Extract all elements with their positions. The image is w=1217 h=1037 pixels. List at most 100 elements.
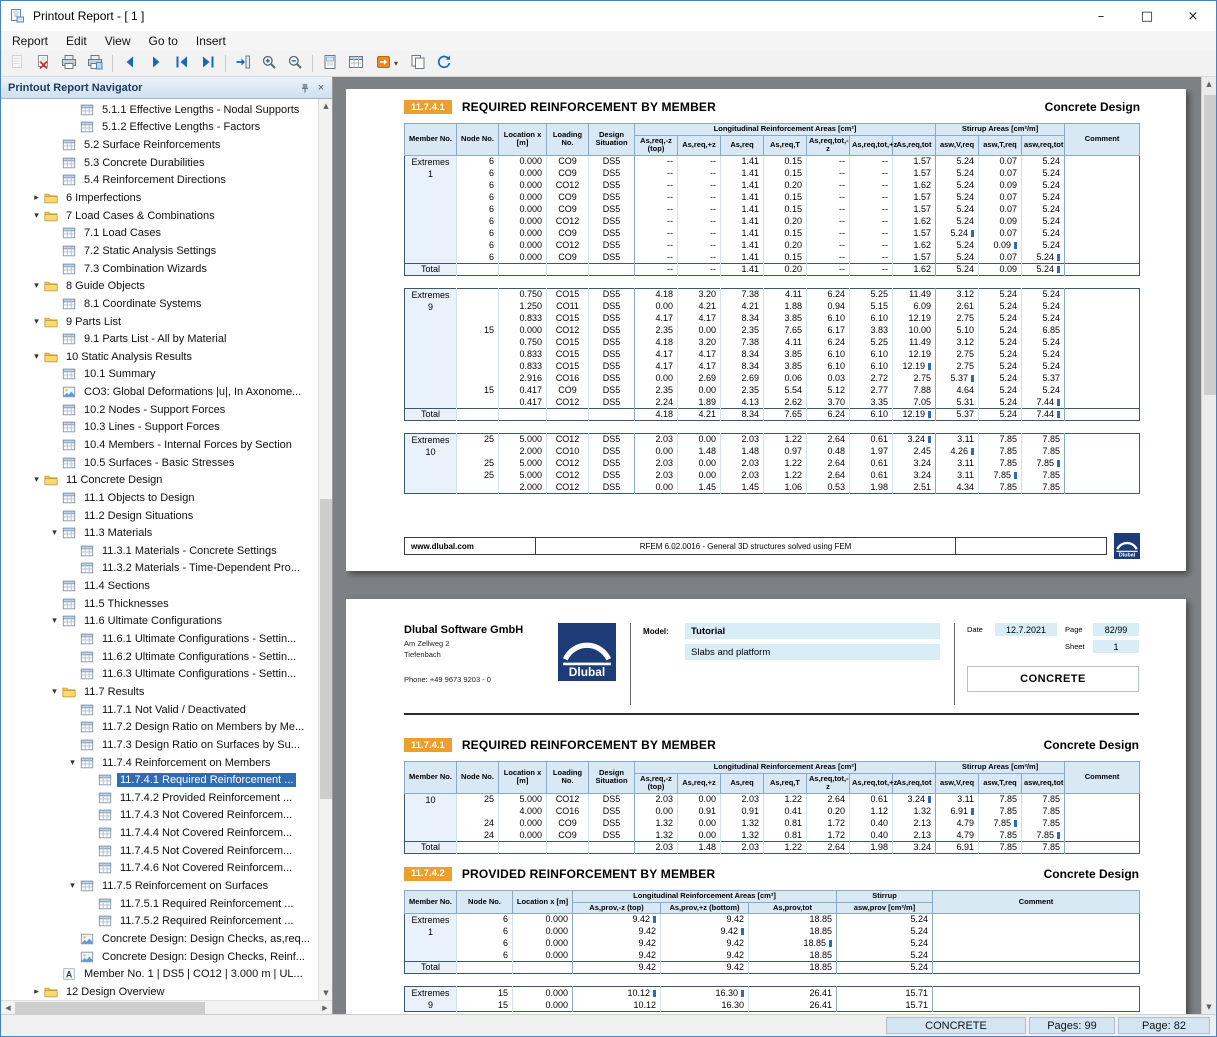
- tree-expand-icon[interactable]: ▸: [29, 987, 44, 997]
- nav-last-button[interactable]: [195, 52, 221, 76]
- tree-collapse-icon[interactable]: ▾: [47, 616, 62, 626]
- tree-item[interactable]: 11.7.1 Not Valid / Deactivated: [1, 701, 318, 719]
- preview-scroll-thumb[interactable]: [1204, 95, 1216, 395]
- tree-item[interactable]: ▾8 Guide Objects: [1, 277, 318, 295]
- tree-item[interactable]: ▾11.3 Materials: [1, 524, 318, 542]
- tree-item[interactable]: ▾10 Static Analysis Results: [1, 348, 318, 366]
- tree-item[interactable]: ▾11 Concrete Design: [1, 471, 318, 489]
- tree-expand-icon[interactable]: ▸: [29, 193, 44, 203]
- tree-item[interactable]: 5.1.2 Effective Lengths - Factors: [1, 119, 318, 137]
- page-preview-button[interactable]: [317, 52, 343, 76]
- navigator-close-icon[interactable]: ×: [313, 80, 329, 96]
- tree-item[interactable]: 9.1 Parts List - All by Material: [1, 330, 318, 348]
- tree-item[interactable]: 10.3 Lines - Support Forces: [1, 419, 318, 437]
- menu-item-insert[interactable]: Insert: [187, 33, 235, 49]
- navigator-scroll-thumb[interactable]: [320, 499, 332, 799]
- tree-collapse-icon[interactable]: ▾: [29, 475, 44, 485]
- export-pdf-button[interactable]: ▾: [369, 52, 405, 76]
- scroll-left-icon[interactable]: ◀: [1, 1001, 15, 1015]
- tree-item[interactable]: CO3: Global Deformations |u|, In Axonome…: [1, 383, 318, 401]
- tree-collapse-icon[interactable]: ▾: [47, 528, 62, 538]
- tree-item[interactable]: 11.6.3 Ultimate Configurations - Settin.…: [1, 666, 318, 684]
- tree-item[interactable]: 10.2 Nodes - Support Forces: [1, 401, 318, 419]
- tree-item[interactable]: 5.3 Concrete Durabilities: [1, 154, 318, 172]
- delete-printout-button[interactable]: [30, 52, 56, 76]
- tree-item[interactable]: 10.1 Summary: [1, 366, 318, 384]
- tree-item[interactable]: 11.5 Thicknesses: [1, 595, 318, 613]
- scroll-right-icon[interactable]: ▶: [318, 1001, 332, 1015]
- tree-collapse-icon[interactable]: ▾: [65, 881, 80, 891]
- tree-item[interactable]: ▾9 Parts List: [1, 313, 318, 331]
- preview-scroll-up-icon[interactable]: ▲: [1202, 77, 1216, 91]
- tree-item[interactable]: ▾11.7.5 Reinforcement on Surfaces: [1, 877, 318, 895]
- tree-item[interactable]: ▾11.7.4 Reinforcement on Members: [1, 754, 318, 772]
- tree-collapse-icon[interactable]: ▾: [29, 352, 44, 362]
- goto-page-button[interactable]: [230, 52, 256, 76]
- tree-item[interactable]: Concrete Design: Design Checks, Reinf...: [1, 948, 318, 966]
- menu-item-view[interactable]: View: [96, 33, 140, 49]
- zoom-out-button[interactable]: [282, 52, 308, 76]
- preview-scroll-down-icon[interactable]: ▼: [1202, 1000, 1216, 1014]
- tree-item[interactable]: ▸6 Imperfections: [1, 189, 318, 207]
- nav-first-button[interactable]: [169, 52, 195, 76]
- tree-item[interactable]: 11.7.4.5 Not Covered Reinforcem...: [1, 842, 318, 860]
- tree-item[interactable]: 11.7.4.4 Not Covered Reinforcem...: [1, 824, 318, 842]
- tree-item[interactable]: 7.2 Static Analysis Settings: [1, 242, 318, 260]
- tree-item[interactable]: 10.5 Surfaces - Basic Stresses: [1, 454, 318, 472]
- close-button[interactable]: ×: [1170, 1, 1216, 31]
- preview-vertical-scrollbar[interactable]: ▲ ▼: [1201, 77, 1216, 1014]
- tree-item[interactable]: 11.7.4.2 Provided Reinforcement ...: [1, 789, 318, 807]
- tree-item[interactable]: 7.3 Combination Wizards: [1, 260, 318, 278]
- tree-collapse-icon[interactable]: ▾: [29, 281, 44, 291]
- tree-item[interactable]: 11.7.3 Design Ratio on Surfaces by Su...: [1, 736, 318, 754]
- tree-item[interactable]: ▾7 Load Cases & Combinations: [1, 207, 318, 225]
- tree-item[interactable]: ▸12 Design Overview: [1, 983, 318, 1000]
- tree-item[interactable]: AMember No. 1 | DS5 | CO12 | 3.000 m | U…: [1, 965, 318, 983]
- navigator-horizontal-scrollbar[interactable]: ◀ ▶: [1, 1000, 332, 1014]
- maximize-button[interactable]: □: [1124, 1, 1170, 31]
- tree-item[interactable]: 11.7.5.1 Required Reinforcement ...: [1, 895, 318, 913]
- menu-item-go-to[interactable]: Go to: [140, 33, 187, 49]
- tree-item[interactable]: 11.7.4.3 Not Covered Reinforcem...: [1, 807, 318, 825]
- export-table-button[interactable]: [343, 52, 369, 76]
- tree-item[interactable]: 11.1 Objects to Design: [1, 489, 318, 507]
- tree-item[interactable]: 11.3.1 Materials - Concrete Settings: [1, 542, 318, 560]
- scroll-down-icon[interactable]: ▼: [319, 986, 333, 1000]
- tree-item[interactable]: 11.7.5.2 Required Reinforcement ...: [1, 912, 318, 930]
- tree-item[interactable]: ▾11.6 Ultimate Configurations: [1, 613, 318, 631]
- tree-item[interactable]: Concrete Design: Design Checks, as,req..…: [1, 930, 318, 948]
- print-preview-button[interactable]: [4, 52, 30, 76]
- tree-item[interactable]: 11.2 Design Situations: [1, 507, 318, 525]
- tree-item[interactable]: 5.2 Surface Reinforcements: [1, 136, 318, 154]
- nav-next-button[interactable]: [143, 52, 169, 76]
- refresh-button[interactable]: [431, 52, 457, 76]
- tree-item[interactable]: 11.7.4.1 Required Reinforcement ...: [1, 771, 318, 789]
- tree-item[interactable]: 5.4 Reinforcement Directions: [1, 172, 318, 190]
- tree-item[interactable]: 11.4 Sections: [1, 577, 318, 595]
- tree-item[interactable]: 8.1 Coordinate Systems: [1, 295, 318, 313]
- zoom-in-button[interactable]: [256, 52, 282, 76]
- tree-item[interactable]: 11.7.2 Design Ratio on Members by Me...: [1, 718, 318, 736]
- print-button[interactable]: [56, 52, 82, 76]
- tree-item[interactable]: 11.6.1 Ultimate Configurations - Settin.…: [1, 630, 318, 648]
- menu-item-edit[interactable]: Edit: [57, 33, 96, 49]
- scroll-up-icon[interactable]: ▲: [319, 99, 333, 113]
- nav-prev-button[interactable]: [117, 52, 143, 76]
- tree-item[interactable]: 10.4 Members - Internal Forces by Sectio…: [1, 436, 318, 454]
- tree-item[interactable]: 11.3.2 Materials - Time-Dependent Pro...: [1, 560, 318, 578]
- minimize-button[interactable]: –: [1078, 1, 1124, 31]
- pin-icon[interactable]: [297, 80, 313, 96]
- tree-item[interactable]: 7.1 Load Cases: [1, 224, 318, 242]
- copy-page-button[interactable]: [405, 52, 431, 76]
- navigator-hscroll-thumb[interactable]: [15, 1002, 205, 1014]
- tree-collapse-icon[interactable]: ▾: [29, 211, 44, 221]
- tree-item[interactable]: 11.7.4.6 Not Covered Reinforcem...: [1, 860, 318, 878]
- tree-item[interactable]: 11.6.2 Ultimate Configurations - Settin.…: [1, 648, 318, 666]
- tree-collapse-icon[interactable]: ▾: [65, 758, 80, 768]
- tree-item[interactable]: ▾11.7 Results: [1, 683, 318, 701]
- print-graphic-button[interactable]: [82, 52, 108, 76]
- tree-collapse-icon[interactable]: ▾: [47, 687, 62, 697]
- tree-item[interactable]: 5.1.1 Effective Lengths - Nodal Supports: [1, 101, 318, 119]
- tree-collapse-icon[interactable]: ▾: [29, 317, 44, 327]
- navigator-vertical-scrollbar[interactable]: ▲ ▼: [318, 99, 332, 1000]
